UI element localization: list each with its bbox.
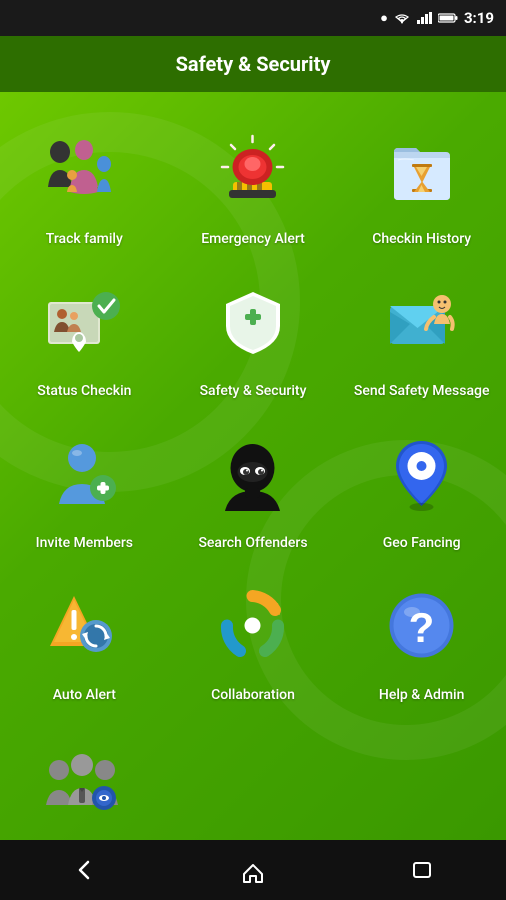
recents-button[interactable] (392, 850, 452, 890)
recents-icon (408, 856, 436, 884)
back-button[interactable] (54, 850, 114, 890)
grid-item-help-admin[interactable]: ? Help & Admin (337, 568, 506, 720)
menu-grid: Track family (0, 102, 506, 840)
track-family-label: Track family (46, 222, 123, 256)
safety-security-icon (208, 276, 298, 366)
grid-item-auto-alert[interactable]: Auto Alert (0, 568, 169, 720)
grid-item-status-checkin[interactable]: Status Checkin (0, 264, 169, 416)
checkin-history-label: Checkin History (372, 222, 471, 256)
home-button[interactable] (223, 850, 283, 890)
grid-item-send-safety-message[interactable]: Send Safety Message (337, 264, 506, 416)
invite-members-icon (39, 428, 129, 518)
collaboration-label: Collaboration (211, 678, 295, 712)
grid-item-safety-security[interactable]: Safety & Security (169, 264, 338, 416)
status-icons: ● 3:19 (380, 9, 494, 27)
grid-item-track-family[interactable]: Track family (0, 112, 169, 264)
header-title: Safety & Security (176, 52, 331, 76)
invite-members-label: Invite Members (36, 526, 133, 560)
help-admin-label: Help & Admin (379, 678, 465, 712)
grid-item-collaboration[interactable]: Collaboration (169, 568, 338, 720)
help-admin-icon: ? (377, 580, 467, 670)
grid-item-admin-settings[interactable] (0, 720, 169, 840)
track-family-icon (39, 124, 129, 214)
safety-security-label: Safety & Security (200, 374, 307, 408)
wifi-icon (394, 12, 410, 24)
status-checkin-label: Status Checkin (37, 374, 131, 408)
grid-item-emergency-alert[interactable]: Emergency Alert (169, 112, 338, 264)
grid-item-search-offenders[interactable]: Search Offenders (169, 416, 338, 568)
bottom-nav (0, 840, 506, 900)
auto-alert-icon (39, 580, 129, 670)
app-header: Safety & Security (0, 36, 506, 92)
status-bar: ● 3:19 (0, 0, 506, 36)
emergency-alert-icon (208, 124, 298, 214)
collaboration-icon (208, 580, 298, 670)
search-offenders-icon (208, 428, 298, 518)
home-icon (239, 856, 267, 884)
status-checkin-icon (39, 276, 129, 366)
auto-alert-label: Auto Alert (53, 678, 116, 712)
signal-icon (416, 12, 432, 24)
search-offenders-label: Search Offenders (198, 526, 307, 560)
grid-item-invite-members[interactable]: Invite Members (0, 416, 169, 568)
checkin-history-icon (377, 124, 467, 214)
grid-item-geo-fancing[interactable]: Geo Fancing (337, 416, 506, 568)
status-time: 3:19 (464, 9, 494, 27)
main-content: Track family (0, 92, 506, 840)
send-safety-message-icon (377, 276, 467, 366)
geo-fancing-icon (377, 428, 467, 518)
location-pin-icon: ● (380, 10, 388, 26)
send-safety-message-label: Send Safety Message (354, 374, 490, 408)
emergency-alert-label: Emergency Alert (201, 222, 305, 256)
geo-fancing-label: Geo Fancing (383, 526, 461, 560)
grid-item-checkin-history[interactable]: Checkin History (337, 112, 506, 264)
back-icon (70, 856, 98, 884)
admin-settings-icon (39, 732, 129, 822)
battery-icon (438, 12, 458, 24)
